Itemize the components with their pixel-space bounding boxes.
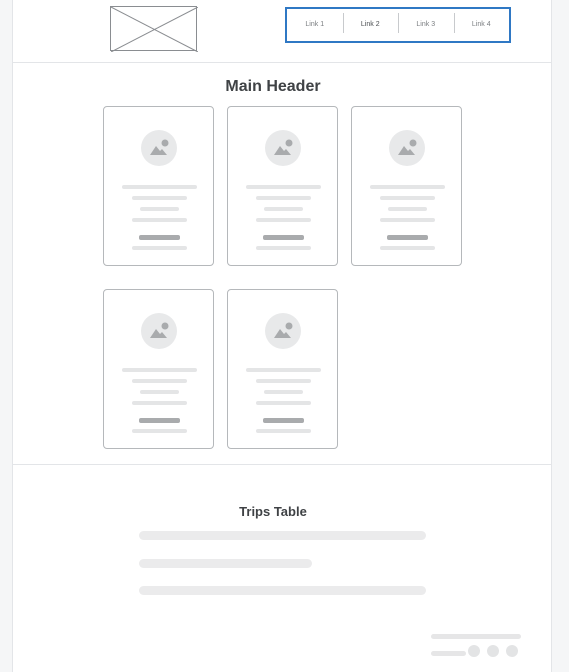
pagination-dot[interactable] [468, 645, 480, 657]
pagination-dot[interactable] [487, 645, 499, 657]
text-placeholder [246, 368, 321, 372]
price-placeholder [139, 418, 180, 423]
text-placeholder [256, 401, 311, 405]
text-placeholder [388, 207, 427, 211]
text-placeholder [132, 429, 187, 433]
text-placeholder [246, 185, 321, 189]
text-placeholder [380, 218, 435, 222]
page: Link 1 Link 2 Link 3 Link 4 Main Header [12, 0, 552, 672]
card-3[interactable] [351, 106, 462, 266]
logo-placeholder[interactable] [110, 6, 198, 52]
card-1[interactable] [103, 106, 214, 266]
text-placeholder [380, 196, 435, 200]
price-placeholder [387, 235, 428, 240]
table-row-placeholder [139, 586, 426, 595]
trips-table-title: Trips Table [239, 504, 307, 519]
price-placeholder [139, 235, 180, 240]
nav-link-2[interactable]: Link 2 [342, 7, 399, 43]
pagination-placeholder [431, 651, 466, 656]
nav-link-4[interactable]: Link 4 [453, 7, 510, 43]
text-placeholder [256, 379, 311, 383]
image-placeholder-icon [111, 7, 198, 52]
card-2[interactable] [227, 106, 338, 266]
nav-link-1[interactable]: Link 1 [287, 7, 343, 43]
top-bar: Link 1 Link 2 Link 3 Link 4 [13, 0, 551, 63]
text-placeholder [132, 379, 187, 383]
image-placeholder-icon [265, 313, 301, 349]
text-placeholder [132, 401, 187, 405]
text-placeholder [256, 429, 311, 433]
image-placeholder-icon [141, 313, 177, 349]
text-placeholder [256, 196, 311, 200]
image-placeholder-icon [265, 130, 301, 166]
text-placeholder [264, 390, 303, 394]
text-placeholder [140, 207, 179, 211]
price-placeholder [263, 418, 304, 423]
text-placeholder [370, 185, 445, 189]
image-placeholder-icon [389, 130, 425, 166]
nav-bar: Link 1 Link 2 Link 3 Link 4 [285, 7, 511, 43]
text-placeholder [256, 246, 311, 250]
text-placeholder [264, 207, 303, 211]
table-row-placeholder [139, 559, 312, 568]
nav-link-3[interactable]: Link 3 [398, 7, 454, 43]
text-placeholder [132, 218, 187, 222]
section-divider [13, 464, 551, 465]
text-placeholder [132, 246, 187, 250]
pagination-placeholder [431, 634, 521, 639]
card-5[interactable] [227, 289, 338, 449]
text-placeholder [256, 218, 311, 222]
text-placeholder [122, 185, 197, 189]
image-placeholder-icon [141, 130, 177, 166]
text-placeholder [380, 246, 435, 250]
text-placeholder [122, 368, 197, 372]
price-placeholder [263, 235, 304, 240]
main-header: Main Header [225, 78, 321, 95]
table-row-placeholder [139, 531, 426, 540]
card-4[interactable] [103, 289, 214, 449]
text-placeholder [140, 390, 179, 394]
text-placeholder [132, 196, 187, 200]
pagination-dot[interactable] [506, 645, 518, 657]
